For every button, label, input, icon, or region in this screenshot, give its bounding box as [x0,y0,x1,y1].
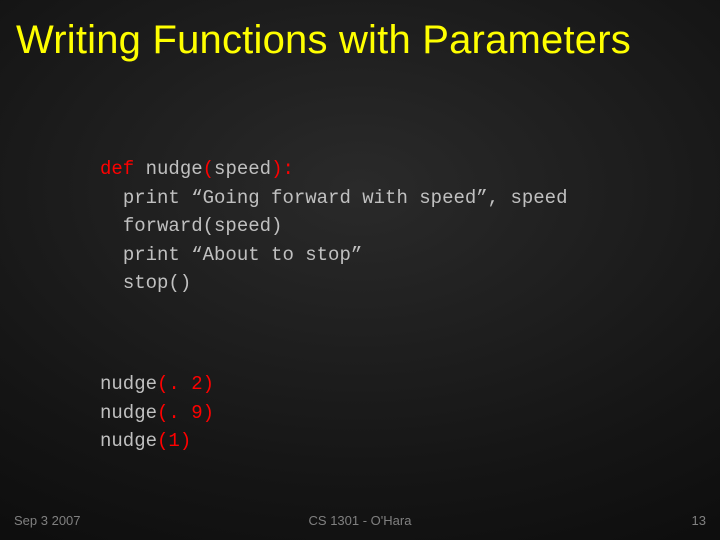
call-args: (. 2) [157,373,214,395]
code-line: print “Going forward with speed”, speed [123,187,568,209]
call-name: nudge [100,430,157,452]
call-args: (. 9) [157,402,214,424]
paren-close: ) [271,158,282,180]
colon: : [282,158,293,180]
code-line: stop() [123,272,191,294]
code-line: forward(speed) [123,215,283,237]
call-name: nudge [100,373,157,395]
footer-page: 13 [692,513,706,528]
slide: Writing Functions with Parameters def nu… [0,0,720,540]
code-line: print “About to stop” [123,244,362,266]
keyword-def: def [100,158,134,180]
code-calls: nudge(. 2) nudge(. 9) nudge(1) [100,370,214,456]
footer-course: CS 1301 - O'Hara [0,513,720,528]
call-name: nudge [100,402,157,424]
param: speed [214,158,271,180]
paren-open: ( [203,158,214,180]
code-definition: def nudge(speed): print “Going forward w… [100,155,568,298]
slide-title: Writing Functions with Parameters [0,0,720,63]
call-args: (1) [157,430,191,452]
func-name: nudge [134,158,202,180]
